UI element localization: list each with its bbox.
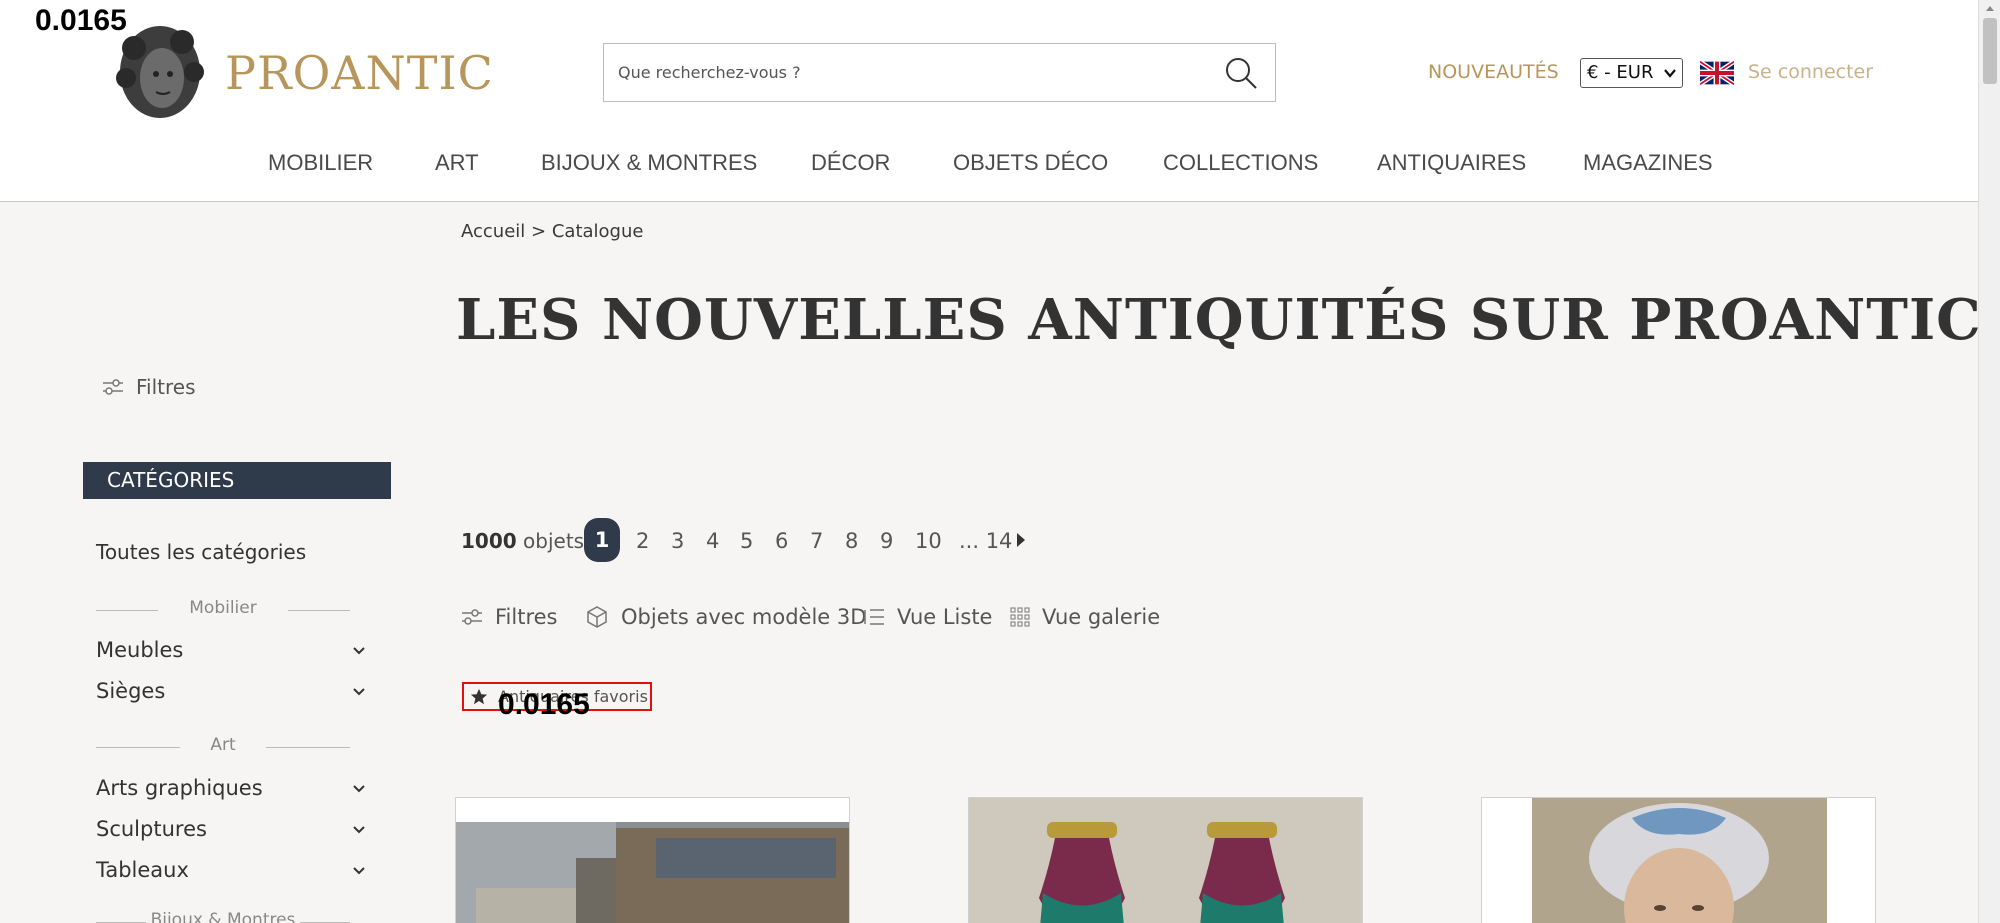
scrollbar-thumb[interactable] <box>1983 18 1997 84</box>
nav-magazines[interactable]: MAGAZINES <box>1583 150 1713 176</box>
chevron-down-icon[interactable] <box>352 784 366 794</box>
product-image-vases[interactable] <box>969 798 1363 923</box>
sidebar-group-label: Mobilier <box>189 598 257 618</box>
sidebar-item-sieges[interactable]: Sièges <box>96 679 366 703</box>
product-image-street-painting[interactable] <box>456 798 850 923</box>
breadcrumb: Accueil > Catalogue <box>461 221 643 242</box>
sidebar-filters-label: Filtres <box>136 375 196 399</box>
chevron-down-icon[interactable] <box>352 825 366 835</box>
sidebar-item-label: Tableaux <box>96 858 189 882</box>
toolbar-filters-button[interactable]: Filtres <box>461 605 558 629</box>
breadcrumb-home[interactable]: Accueil <box>461 221 525 242</box>
product-image-portrait[interactable] <box>1482 798 1876 923</box>
sidebar-item-label: Sièges <box>96 679 166 703</box>
grid-view-icon <box>1010 607 1030 627</box>
overlay-value-top: 0.0165 <box>35 4 127 37</box>
vertical-scrollbar[interactable] <box>1978 0 2000 923</box>
nav-bijoux-montres[interactable]: BIJOUX & MONTRES <box>541 150 757 176</box>
sidebar-item-label: Sculptures <box>96 817 207 841</box>
list-view-button[interactable]: Vue Liste <box>863 605 992 629</box>
sidebar-group-bijoux: Bijoux & Montres <box>96 910 350 923</box>
page-10-button[interactable]: 10 <box>915 529 942 553</box>
nav-art[interactable]: ART <box>435 150 479 176</box>
scroll-up-icon[interactable] <box>1985 4 1995 12</box>
search-box[interactable]: Que recherchez-vous ? <box>603 43 1276 102</box>
nouveautes-link[interactable]: NOUVEAUTÉS <box>1428 61 1559 83</box>
cube-3d-icon <box>587 606 607 628</box>
model3d-filter-label: Objets avec modèle 3D <box>621 605 867 629</box>
product-card[interactable] <box>455 797 850 923</box>
breadcrumb-separator: > <box>531 221 547 242</box>
sidebar-group-label: Art <box>210 735 236 755</box>
currency-select[interactable]: € - EUR <box>1580 58 1683 88</box>
nav-objets-deco[interactable]: OBJETS DÉCO <box>953 150 1108 176</box>
page-7-button[interactable]: 7 <box>810 529 823 553</box>
page-6-button[interactable]: 6 <box>775 529 788 553</box>
page-3-button[interactable]: 3 <box>671 529 684 553</box>
sidebar-item-label: Meubles <box>96 638 184 662</box>
result-count: 1000 objets <box>461 529 584 553</box>
uk-flag-icon[interactable] <box>1700 61 1734 85</box>
page-title: LES NOUVELLES ANTIQUITÉS SUR PROANTIC <box>456 287 1982 353</box>
sidebar-item-arts-graphiques[interactable]: Arts graphiques <box>96 776 366 800</box>
search-input[interactable]: Que recherchez-vous ? <box>618 63 801 82</box>
gallery-view-label: Vue galerie <box>1042 605 1161 629</box>
product-card[interactable] <box>1481 797 1876 923</box>
chevron-down-icon[interactable] <box>352 646 366 656</box>
page-8-button[interactable]: 8 <box>845 529 858 553</box>
nav-collections[interactable]: COLLECTIONS <box>1163 150 1318 176</box>
sidebar-item-tableaux[interactable]: Tableaux <box>96 858 366 882</box>
currency-value: € - EUR <box>1587 62 1654 83</box>
toolbar-filters-label: Filtres <box>495 605 558 629</box>
model3d-filter-button[interactable]: Objets avec modèle 3D <box>585 605 866 629</box>
breadcrumb-current: Catalogue <box>551 221 644 242</box>
page-1-button[interactable]: 1 <box>584 518 620 562</box>
search-icon[interactable] <box>1223 55 1259 91</box>
list-view-icon <box>864 609 884 625</box>
nav-mobilier[interactable]: MOBILIER <box>268 150 373 176</box>
gallery-view-button[interactable]: Vue galerie <box>1010 605 1160 629</box>
page-9-button[interactable]: 9 <box>880 529 893 553</box>
nav-antiquaires[interactable]: ANTIQUAIRES <box>1377 150 1526 176</box>
sidebar-item-meubles[interactable]: Meubles <box>96 638 366 662</box>
chevron-down-icon[interactable] <box>352 687 366 697</box>
page-2-button[interactable]: 2 <box>636 529 649 553</box>
sidebar-item-all-categories[interactable]: Toutes les catégories <box>96 540 306 564</box>
sidebar-item-label: Arts graphiques <box>96 776 263 800</box>
chevron-down-icon <box>1664 69 1676 78</box>
overlay-value-mid: 0.0165 <box>498 688 590 721</box>
filter-icon <box>103 379 123 395</box>
filter-icon <box>462 609 482 625</box>
categories-header: CATÉGORIES <box>83 462 391 499</box>
page-14-button[interactable]: ... 14 <box>959 529 1012 553</box>
result-count-number: 1000 <box>461 529 517 553</box>
next-page-icon[interactable] <box>1015 532 1027 548</box>
sidebar-group-art: Art <box>96 735 350 759</box>
page-4-button[interactable]: 4 <box>706 529 719 553</box>
sidebar-filters-button[interactable]: Filtres <box>102 375 196 399</box>
chevron-down-icon[interactable] <box>352 866 366 876</box>
sidebar-item-sculptures[interactable]: Sculptures <box>96 817 366 841</box>
site-header: PROANTIC Que recherchez-vous ? NOUVEAUTÉ… <box>0 0 1978 202</box>
list-view-label: Vue Liste <box>897 605 993 629</box>
page-5-button[interactable]: 5 <box>740 529 753 553</box>
result-count-suffix: objets <box>523 529 585 553</box>
brand-name[interactable]: PROANTIC <box>225 46 494 100</box>
sidebar-group-mobilier: Mobilier <box>96 598 350 622</box>
star-icon <box>470 688 488 704</box>
login-link[interactable]: Se connecter <box>1748 61 1873 83</box>
nav-decor[interactable]: DÉCOR <box>811 150 890 176</box>
product-card[interactable] <box>968 797 1363 923</box>
